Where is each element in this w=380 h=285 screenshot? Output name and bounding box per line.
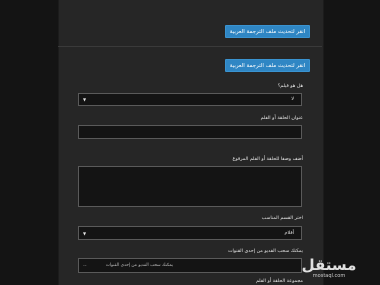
- chevron-down-icon: ▼: [83, 97, 87, 102]
- section-label: اختر القسم المناسب: [261, 216, 303, 221]
- section-selected-value: أفلام: [284, 231, 294, 236]
- next-field-label: مجموعة الحلقة أو الفلم: [255, 279, 303, 284]
- title-input[interactable]: [78, 125, 302, 139]
- is-movie-label: هل هو فيلم؟: [277, 84, 303, 89]
- mostaql-watermark: مستقل mostaql.com: [298, 256, 360, 284]
- update-arabic-translation-button-top[interactable]: انقر لتحديث ملف الترجمة العربية: [225, 25, 310, 38]
- update-arabic-translation-button[interactable]: انقر لتحديث ملف الترجمة العربية: [225, 59, 310, 72]
- form-panel: [58, 0, 324, 285]
- title-label: عنوان الحلقة أو الفلم: [260, 116, 303, 121]
- is-movie-selected-value: لا: [291, 97, 294, 102]
- watermark-logo-text: مستقل: [301, 256, 357, 274]
- video-source-label: يمكنك سحب الفديو من إحدى القنوات: [227, 249, 303, 254]
- watermark-url: mostaql.com: [312, 273, 346, 279]
- video-source-placeholder: يمكنك سحب الفديو من إحدى القنوات: [105, 263, 173, 268]
- is-movie-select[interactable]: لا ▼: [78, 93, 302, 106]
- section-select[interactable]: أفلام ▼: [78, 226, 302, 240]
- description-textarea[interactable]: [78, 166, 302, 207]
- divider: [58, 46, 322, 47]
- video-source-dash: --: [83, 263, 87, 269]
- video-source-select[interactable]: يمكنك سحب الفديو من إحدى القنوات --: [78, 258, 302, 273]
- description-label: أضف وصفا للحلقة أو الفلم المرفوع: [232, 157, 303, 162]
- chevron-down-icon: ▼: [83, 231, 87, 236]
